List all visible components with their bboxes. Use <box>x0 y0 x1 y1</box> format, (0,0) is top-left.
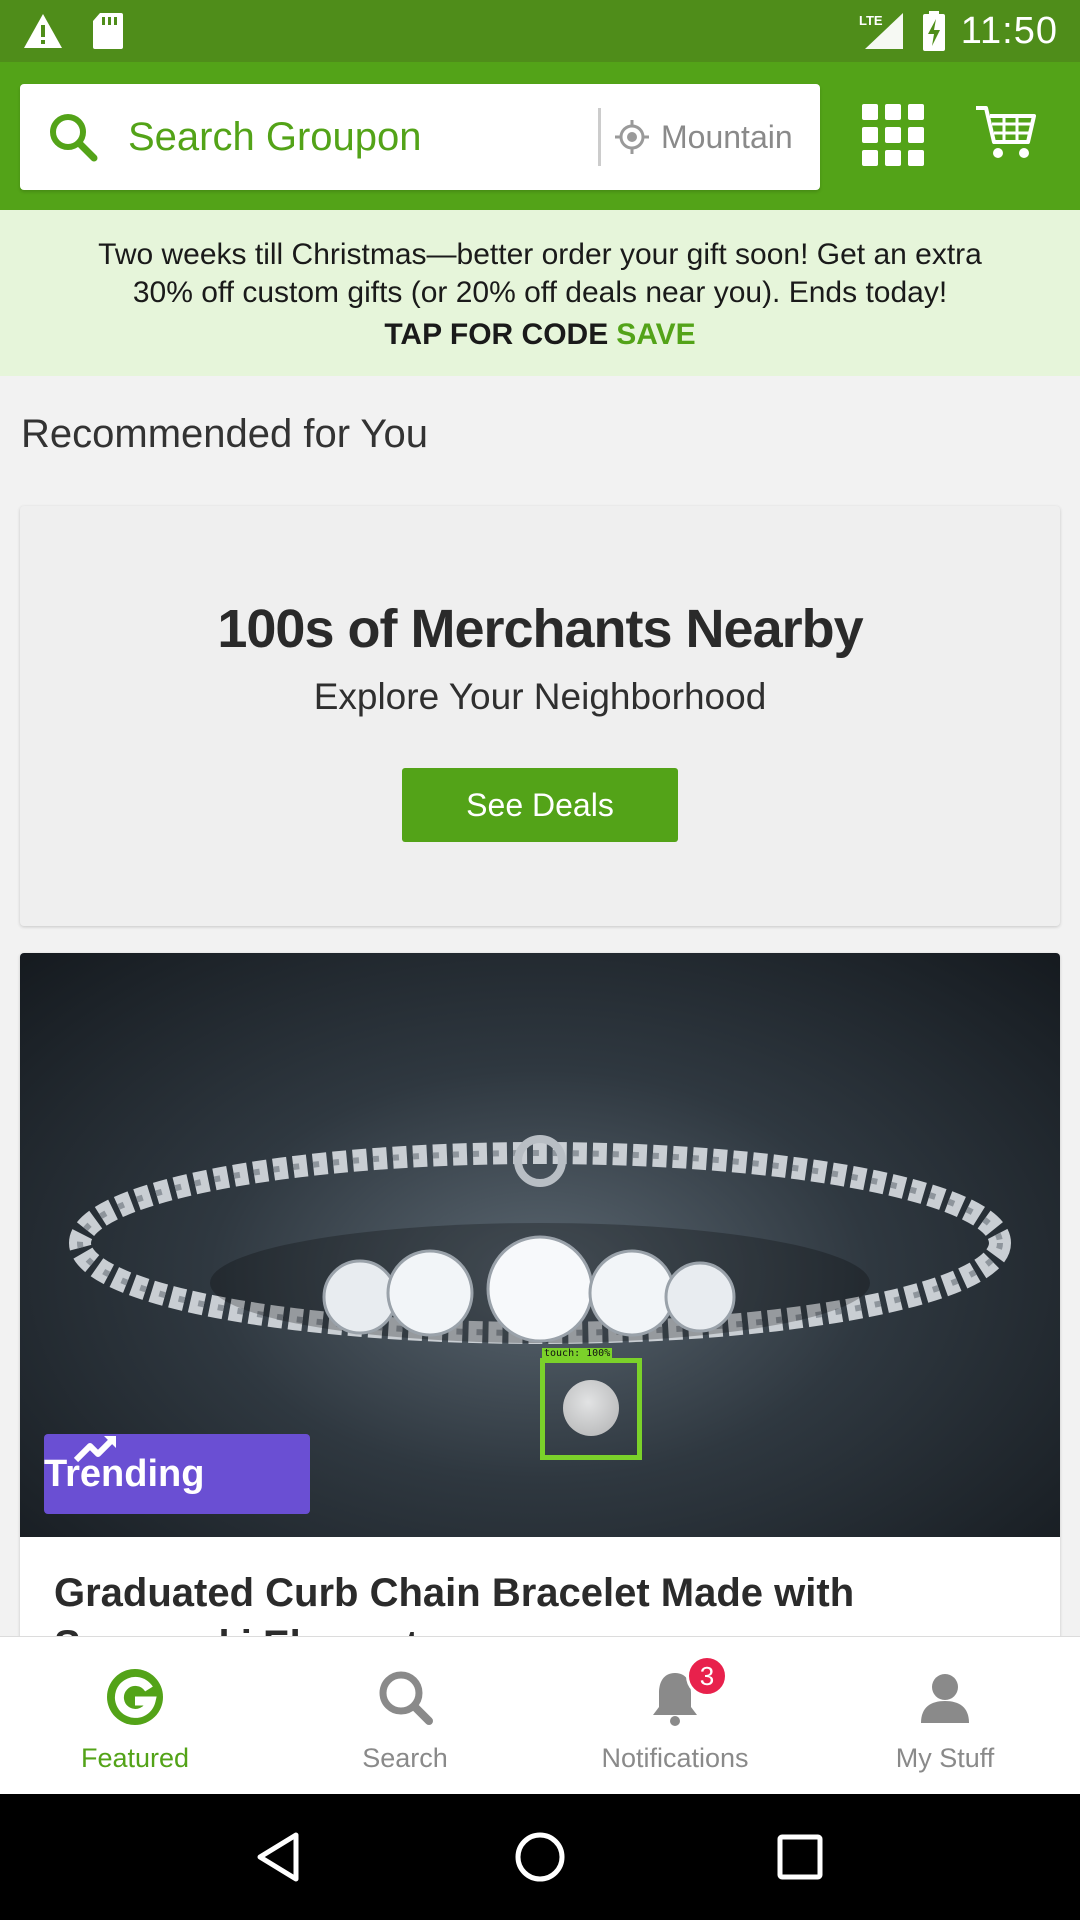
touch-indicator-dot <box>563 1380 619 1436</box>
battery-charging-icon <box>922 11 945 51</box>
nav-notifications-label: Notifications <box>601 1743 749 1773</box>
system-nav-bar <box>0 1794 1080 1920</box>
promo-code-row[interactable]: TAP FOR CODE SAVE <box>0 318 1080 352</box>
touch-indicator-label: touch: 100% <box>542 1348 613 1360</box>
promo-text-line2: 30% off custom gifts (or 20% off deals n… <box>132 276 948 309</box>
groupon-g-icon <box>107 1669 163 1725</box>
location-icon[interactable] <box>613 118 651 156</box>
home-icon[interactable] <box>510 1827 570 1887</box>
nav-search-label: Search <box>362 1743 448 1773</box>
signal-icon: LTE <box>859 13 903 49</box>
notification-badge: 3 <box>686 1655 728 1697</box>
search-bar[interactable]: Search Groupon Mountain View <box>20 84 820 190</box>
nav-featured[interactable]: Featured <box>0 1637 270 1794</box>
location-field[interactable]: Mountain View <box>661 119 793 156</box>
bottom-nav: Featured Search 3 Notifications My Stuff <box>0 1636 1080 1794</box>
trending-label: Trending <box>44 1452 205 1495</box>
merchant-card-title: 100s of Merchants Nearby <box>217 599 863 659</box>
status-time: 11:50 <box>960 9 1058 52</box>
back-icon[interactable] <box>250 1827 310 1887</box>
deal-card[interactable]: Trending Graduated Curb Chain Bracelet M… <box>20 953 1060 1653</box>
sd-card-icon <box>93 13 123 49</box>
search-input[interactable]: Search Groupon <box>128 115 598 160</box>
nav-notifications[interactable]: 3 Notifications <box>540 1637 810 1794</box>
recents-icon[interactable] <box>770 1827 830 1887</box>
trending-badge: Trending <box>44 1434 310 1514</box>
warning-icon <box>24 14 62 48</box>
nav-search[interactable]: Search <box>270 1637 540 1794</box>
network-type: LTE <box>859 13 883 28</box>
person-icon <box>921 1674 969 1723</box>
status-bar: LTE 11:50 <box>0 0 1080 62</box>
section-title: Recommended for You <box>21 412 428 456</box>
merchants-nearby-card[interactable]: 100s of Merchants Nearby Explore Your Ne… <box>20 506 1060 926</box>
search-divider <box>598 108 601 166</box>
search-icon <box>50 114 98 162</box>
nav-featured-label: Featured <box>80 1743 190 1773</box>
app-header: Search Groupon Mountain View <box>0 62 1080 210</box>
trending-up-icon <box>74 1436 116 1463</box>
cart-icon[interactable] <box>974 102 1038 162</box>
nav-my-stuff[interactable]: My Stuff <box>810 1637 1080 1794</box>
promo-banner[interactable]: Two weeks till Christmas—better order yo… <box>0 210 1080 376</box>
merchant-card-subtitle: Explore Your Neighborhood <box>313 676 767 717</box>
grid-menu-icon[interactable] <box>860 102 926 168</box>
see-deals-button[interactable]: See Deals <box>402 768 678 842</box>
tap-for-code-label: TAP FOR CODE <box>384 318 609 351</box>
promo-text-line1: Two weeks till Christmas—better order yo… <box>98 238 982 271</box>
nav-my-stuff-label: My Stuff <box>895 1743 995 1773</box>
search-icon <box>379 1671 433 1725</box>
promo-code: SAVE <box>616 318 696 351</box>
